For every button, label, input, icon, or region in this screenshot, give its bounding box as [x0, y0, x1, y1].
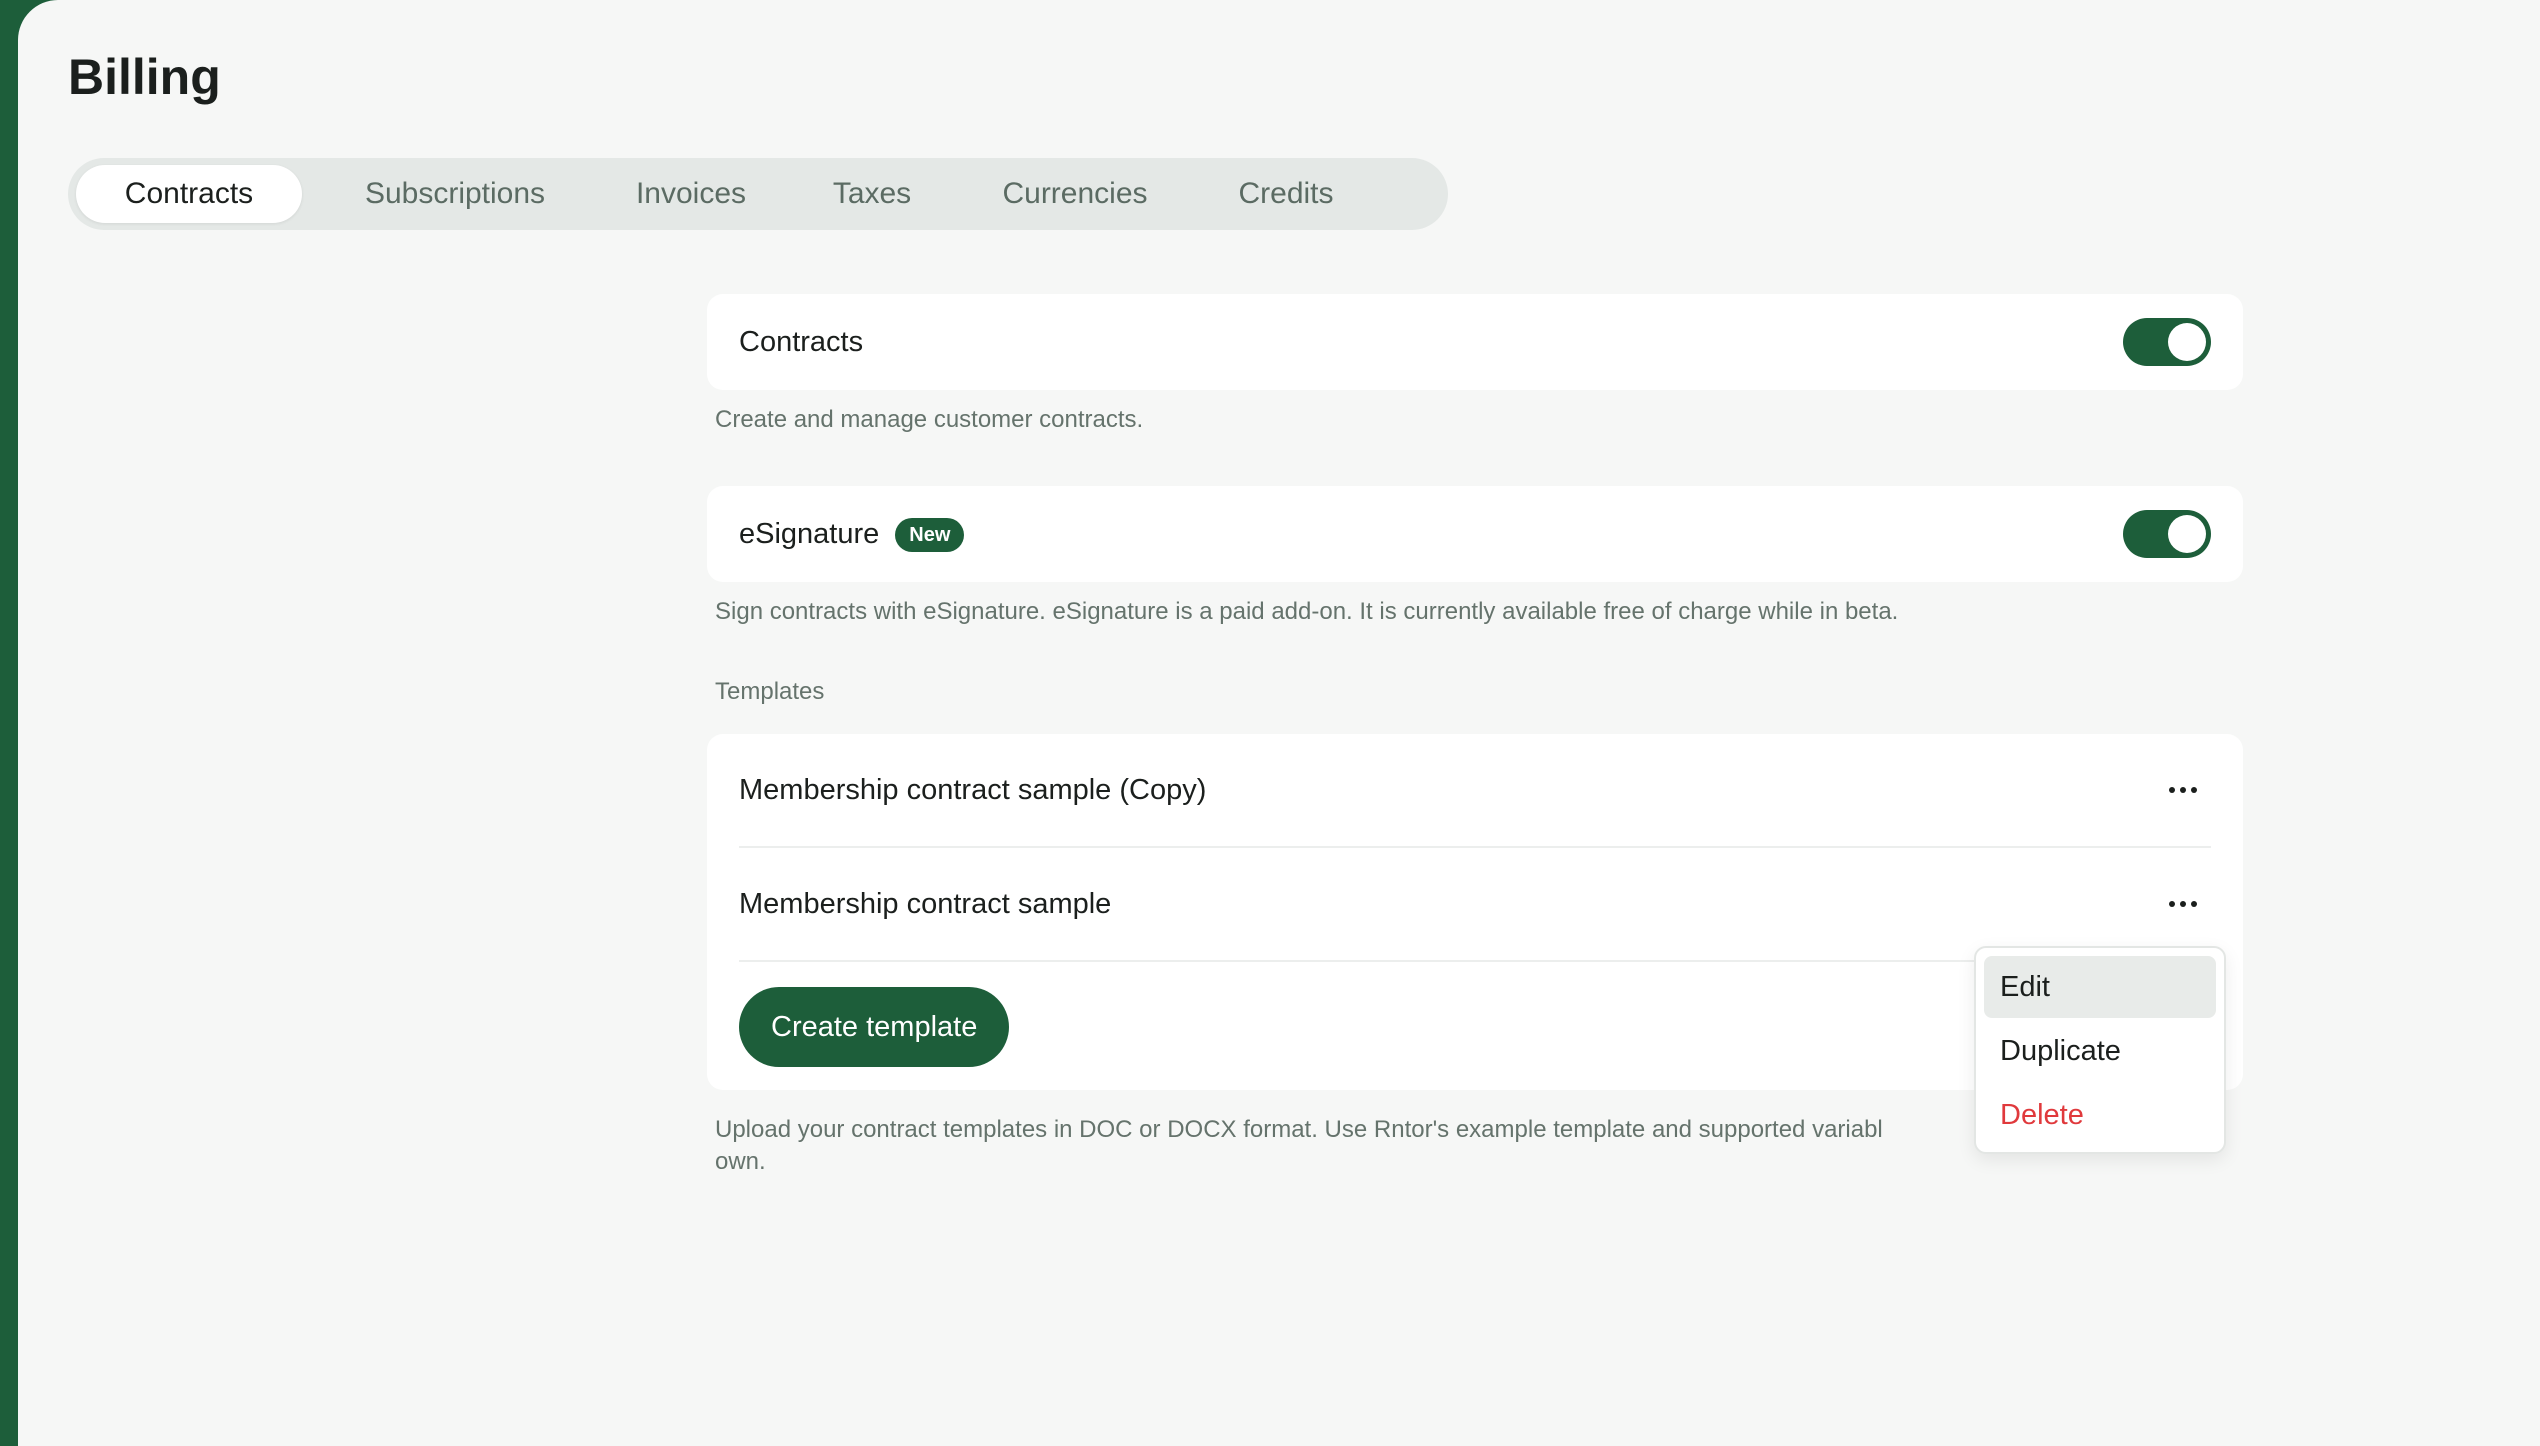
- more-horizontal-icon[interactable]: [2155, 886, 2211, 922]
- tab-credits[interactable]: Credits: [1208, 165, 1364, 223]
- page-title: Billing: [68, 49, 221, 105]
- tab-contracts[interactable]: Contracts: [76, 165, 302, 223]
- contracts-setting-description: Create and manage customer contracts.: [715, 406, 1144, 433]
- tab-currencies[interactable]: Currencies: [970, 165, 1180, 223]
- template-name: Membership contract sample: [739, 888, 1112, 920]
- contracts-setting-label: Contracts: [739, 326, 864, 358]
- toggle-knob: [2168, 323, 2206, 361]
- list-item: Membership contract sample (Copy): [739, 734, 2211, 848]
- esignature-setting-label-wrap: eSignature New: [739, 486, 965, 582]
- menu-item-edit[interactable]: Edit: [1984, 956, 2216, 1018]
- more-horizontal-icon[interactable]: [2155, 772, 2211, 808]
- template-context-menu: Edit Duplicate Delete: [1974, 946, 2226, 1154]
- tab-subscriptions[interactable]: Subscriptions: [330, 165, 580, 223]
- templates-help-text: Upload your contract templates in DOC or…: [715, 1114, 1883, 1178]
- templates-section-label: Templates: [715, 678, 825, 705]
- contracts-setting-card: Contracts: [707, 294, 2243, 390]
- menu-item-duplicate[interactable]: Duplicate: [1984, 1020, 2216, 1082]
- tab-taxes[interactable]: Taxes: [802, 165, 942, 223]
- esignature-setting-label: eSignature: [739, 518, 880, 550]
- esignature-setting-description: Sign contracts with eSignature. eSignatu…: [715, 598, 1899, 625]
- tab-bar: Contracts Subscriptions Invoices Taxes C…: [68, 158, 1448, 230]
- templates-help-line-2: own.: [715, 1148, 766, 1175]
- menu-item-delete[interactable]: Delete: [1984, 1084, 2216, 1146]
- templates-help-line-1: Upload your contract templates in DOC or…: [715, 1116, 1883, 1143]
- toggle-knob: [2168, 515, 2206, 553]
- esignature-setting-card: eSignature New: [707, 486, 2243, 582]
- esignature-toggle[interactable]: [2123, 510, 2211, 558]
- contracts-toggle[interactable]: [2123, 318, 2211, 366]
- billing-page: Billing Contracts Subscriptions Invoices…: [18, 0, 2540, 1446]
- template-name: Membership contract sample (Copy): [739, 774, 1207, 806]
- create-template-button[interactable]: Create template: [739, 987, 1010, 1067]
- list-item: Membership contract sample: [739, 848, 2211, 962]
- new-badge: New: [895, 518, 965, 553]
- tab-invoices[interactable]: Invoices: [608, 165, 774, 223]
